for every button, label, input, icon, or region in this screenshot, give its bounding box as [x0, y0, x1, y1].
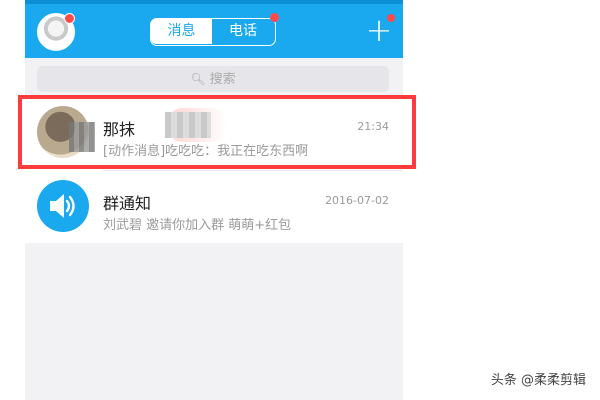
row-divider — [103, 170, 403, 171]
add-button[interactable]: + — [363, 12, 395, 48]
user-avatar[interactable] — [37, 13, 75, 51]
conversation-title: 群通知 — [103, 194, 152, 213]
conversation-list: 那抹 [动作消息]吃吃吃：我正在吃东西啊 21:34 群通知 刘武碧 邀请你加入… — [25, 98, 403, 243]
phone-screen: 消息 电话 + 🔍︎ 搜索 那抹 [动作消息]吃吃吃：我正在吃东西啊 21:34… — [25, 0, 403, 400]
conversation-preview: 刘武碧 邀请你加入群 萌萌+红包 — [103, 218, 292, 233]
message-call-switch: 消息 电话 — [150, 13, 279, 46]
conversation-item[interactable]: 群通知 刘武碧 邀请你加入群 萌萌+红包 2016-07-02 — [25, 172, 403, 242]
search-icon: 🔍︎ — [190, 72, 206, 86]
contact-avatar — [37, 106, 95, 158]
conversation-time: 21:34 — [357, 120, 389, 133]
search-input[interactable]: 🔍︎ 搜索 — [37, 66, 389, 92]
tab-messages[interactable]: 消息 — [151, 19, 212, 44]
watermark: 头条 @柔柔剪辑 — [490, 373, 586, 388]
status-strip — [25, 0, 403, 4]
top-bar: 消息 电话 + — [25, 0, 403, 58]
search-placeholder: 搜索 — [209, 72, 236, 87]
conversation-item[interactable]: 那抹 [动作消息]吃吃吃：我正在吃东西啊 21:34 — [25, 98, 403, 168]
group-notice-avatar — [37, 180, 89, 232]
speaker-icon — [50, 194, 75, 218]
add-badge-dot — [387, 14, 395, 22]
tab-calls[interactable]: 电话 — [212, 13, 279, 44]
conversation-time: 2016-07-02 — [325, 194, 389, 207]
name-mosaic — [165, 112, 211, 138]
avatar-badge-dot — [64, 13, 75, 24]
conversation-preview: [动作消息]吃吃吃：我正在吃东西啊 — [103, 144, 309, 159]
conversation-title: 那抹 — [103, 116, 135, 140]
avatar-mosaic — [69, 122, 95, 152]
search-area: 🔍︎ 搜索 — [25, 58, 403, 98]
calls-badge-dot — [270, 13, 279, 22]
title-text: 那抹 — [103, 120, 136, 139]
tab-calls-label: 电话 — [229, 23, 257, 39]
